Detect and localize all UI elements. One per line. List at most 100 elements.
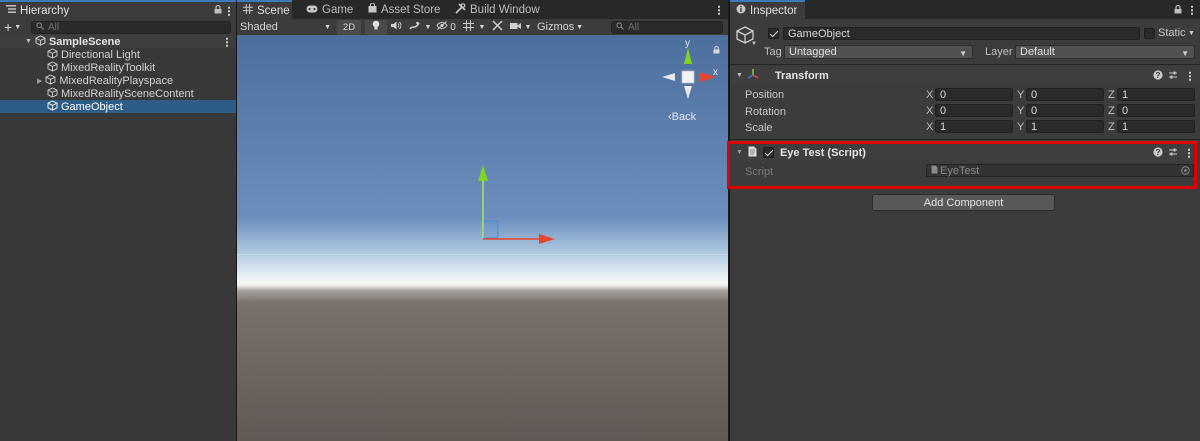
tab-asset-store[interactable]: Asset Store bbox=[362, 0, 446, 19]
hierarchy-item[interactable]: ▶ MixedRealityPlayspace bbox=[0, 73, 236, 88]
tab-inspector[interactable]: Inspector bbox=[730, 0, 805, 19]
lighting-toggle[interactable] bbox=[365, 19, 387, 35]
gamepad-icon bbox=[306, 4, 318, 16]
preset-icon[interactable] bbox=[1168, 70, 1178, 83]
search-icon bbox=[616, 21, 624, 33]
gameobject-cube-icon bbox=[45, 73, 56, 88]
audio-toggle[interactable] bbox=[387, 20, 405, 35]
tag-dropdown[interactable]: Untagged ▼ bbox=[784, 45, 973, 59]
collapse-arrow-icon[interactable]: ▼ bbox=[736, 72, 743, 79]
hidden-count: 0 bbox=[450, 21, 456, 33]
axis-x-label[interactable]: X bbox=[926, 105, 933, 117]
inspector-tabbar: Inspector bbox=[730, 0, 1200, 19]
add-object-button[interactable]: + ▼ bbox=[4, 20, 22, 34]
hierarchy-item-label: MixedRealityToolkit bbox=[61, 61, 156, 74]
gameobject-cube-icon bbox=[47, 47, 58, 62]
axis-x-label[interactable]: X bbox=[926, 89, 933, 101]
position-y-field[interactable]: 0 bbox=[1026, 88, 1104, 101]
gizmos-label: Gizmos bbox=[537, 21, 575, 33]
hierarchy-menu-icon[interactable] bbox=[228, 5, 230, 16]
hierarchy-scene-row[interactable]: ▼ SampleScene bbox=[0, 34, 236, 48]
position-label: Position bbox=[745, 89, 785, 101]
scale-x-field[interactable]: 1 bbox=[935, 120, 1013, 133]
orient-center-cube bbox=[681, 70, 695, 84]
axis-y-label[interactable]: Y bbox=[1017, 121, 1024, 133]
camera-toggle[interactable] bbox=[507, 20, 523, 35]
dropdown-arrow-icon: ▼ bbox=[14, 23, 22, 31]
shading-mode-dropdown[interactable]: Shaded ▼ bbox=[237, 20, 335, 35]
position-z-field[interactable]: 1 bbox=[1117, 88, 1195, 101]
scene-orientation-gizmo[interactable]: y x bbox=[659, 38, 720, 101]
2d-toggle-button[interactable]: 2D bbox=[337, 19, 361, 35]
gameobject-cube-icon bbox=[47, 86, 58, 101]
camera-dropdown-arrow-icon[interactable]: ▼ bbox=[523, 20, 533, 35]
rotation-label: Rotation bbox=[745, 106, 786, 118]
tab-hierarchy[interactable]: Hierarchy bbox=[0, 0, 236, 19]
tab-game[interactable]: Game bbox=[300, 0, 359, 19]
axis-x-label[interactable]: X bbox=[926, 121, 933, 133]
inspector-menu-icon[interactable] bbox=[1191, 5, 1193, 15]
grid-toggle[interactable] bbox=[459, 20, 477, 35]
scene-viewport[interactable]: y x ‹Back bbox=[237, 35, 728, 441]
object-name-field[interactable]: GameObject bbox=[783, 27, 1140, 40]
rotation-x-field[interactable]: 0 bbox=[935, 104, 1013, 117]
axis-y-label[interactable]: Y bbox=[1017, 89, 1024, 101]
hierarchy-item[interactable]: MixedRealitySceneContent bbox=[0, 86, 236, 101]
lock-icon[interactable] bbox=[214, 4, 222, 17]
scale-label: Scale bbox=[745, 122, 773, 134]
active-checkbox[interactable] bbox=[768, 28, 779, 39]
axis-z-label[interactable]: Z bbox=[1108, 105, 1115, 117]
axis-z-label[interactable]: Z bbox=[1108, 121, 1115, 133]
eye-hidden-icon bbox=[436, 21, 448, 33]
hierarchy-item-selected[interactable]: GameObject bbox=[0, 99, 236, 113]
hierarchy-search-placeholder: All bbox=[48, 21, 60, 33]
hierarchy-item[interactable]: Directional Light bbox=[0, 47, 236, 62]
gizmos-dropdown[interactable]: Gizmos ▼ bbox=[533, 20, 585, 35]
scene-menu-icon[interactable] bbox=[718, 5, 720, 15]
axis-z-label[interactable]: Z bbox=[1108, 89, 1115, 101]
expand-arrow-icon[interactable]: ▼ bbox=[25, 38, 32, 45]
divider bbox=[730, 139, 1200, 140]
scene-search-input[interactable]: All bbox=[611, 20, 723, 34]
component-menu-icon[interactable] bbox=[1189, 71, 1191, 81]
collapsed-arrow-icon[interactable]: ▶ bbox=[37, 77, 42, 85]
scene-menu-icon[interactable] bbox=[226, 37, 228, 47]
scene-grid-icon bbox=[243, 4, 253, 17]
static-checkbox[interactable] bbox=[1144, 28, 1155, 39]
scale-y-field[interactable]: 1 bbox=[1026, 120, 1104, 133]
icon-dropdown-arrow-icon[interactable]: ▼ bbox=[751, 41, 757, 47]
scene-tools-toggle[interactable] bbox=[487, 20, 507, 35]
add-component-button[interactable]: Add Component bbox=[872, 194, 1055, 211]
static-dropdown-arrow-icon[interactable]: ▼ bbox=[1188, 30, 1195, 37]
transform-title: Transform bbox=[774, 69, 829, 82]
transform-header[interactable]: ▼ Transform ? bbox=[731, 67, 1200, 84]
scale-z-field[interactable]: 1 bbox=[1117, 120, 1195, 133]
grid-dropdown-arrow-icon[interactable]: ▼ bbox=[477, 20, 487, 35]
tag-value: Untagged bbox=[789, 46, 837, 58]
view-direction-label[interactable]: ‹Back bbox=[668, 111, 696, 123]
axis-y-label[interactable]: Y bbox=[1017, 105, 1024, 117]
hierarchy-search-input[interactable]: All bbox=[31, 20, 231, 34]
2d-label: 2D bbox=[342, 21, 356, 33]
rotation-z-field[interactable]: 0 bbox=[1117, 104, 1195, 117]
move-gizmo[interactable] bbox=[237, 35, 728, 441]
hierarchy-tab-label: Hierarchy bbox=[20, 4, 70, 17]
tab-label: Build Window bbox=[470, 3, 540, 16]
lock-icon[interactable] bbox=[1174, 4, 1182, 17]
tab-build-window[interactable]: Build Window bbox=[449, 0, 546, 19]
hierarchy-toolbar: + ▼ All bbox=[0, 19, 236, 35]
scene-tabbar: Scene Game Asset Store Build Window bbox=[237, 0, 728, 19]
orient-y-cone bbox=[684, 48, 692, 64]
effects-dropdown-arrow-icon[interactable]: ▼ bbox=[423, 20, 433, 35]
layer-dropdown[interactable]: Default ▼ bbox=[1015, 45, 1195, 59]
lock-icon[interactable] bbox=[713, 45, 720, 57]
hierarchy-item[interactable]: MixedRealityToolkit bbox=[0, 60, 236, 75]
gameobject-cube-icon bbox=[47, 60, 58, 75]
help-icon[interactable]: ? bbox=[1153, 70, 1163, 83]
hidden-objects-toggle[interactable]: 0 bbox=[433, 20, 459, 35]
position-y-value: 0 bbox=[1031, 88, 1038, 101]
position-x-field[interactable]: 0 bbox=[935, 88, 1013, 101]
rotation-y-field[interactable]: 0 bbox=[1026, 104, 1104, 117]
effects-toggle[interactable] bbox=[405, 20, 423, 35]
tab-scene[interactable]: Scene bbox=[237, 0, 292, 19]
